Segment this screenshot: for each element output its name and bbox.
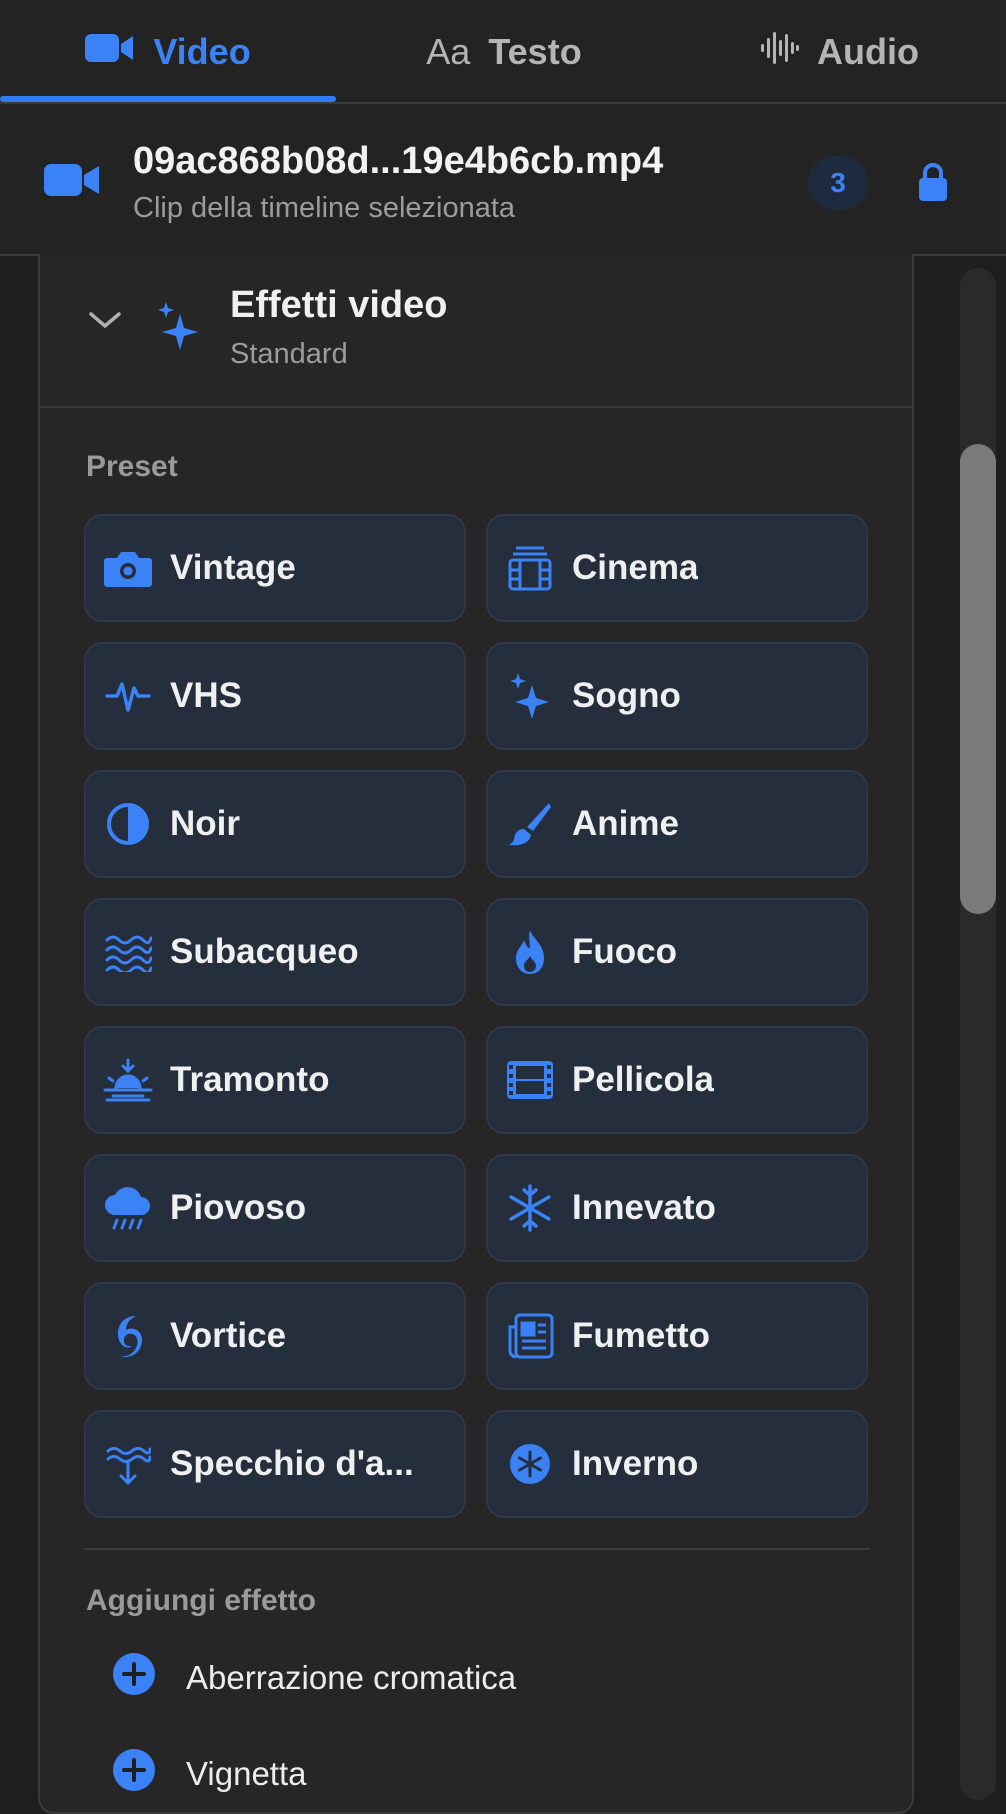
preset-subacqueo[interactable]: Subacqueo (84, 898, 466, 1006)
count-badge: 3 (808, 156, 868, 210)
film-frames-icon (504, 542, 556, 594)
preset-label: Pellicola (572, 1060, 715, 1099)
preset-label: Fumetto (572, 1316, 711, 1355)
preset-label: Vintage (170, 548, 296, 587)
snowflake-circle-icon (504, 1438, 556, 1490)
chevron-down-icon (88, 310, 122, 335)
preset-piovoso[interactable]: Piovoso (84, 1154, 466, 1262)
preset-innevato[interactable]: Innevato (486, 1154, 868, 1262)
newspaper-icon (504, 1310, 556, 1362)
add-effect-chromatic-aberration[interactable]: Aberrazione cromatica (112, 1648, 516, 1708)
preset-label: Vortice (170, 1316, 287, 1355)
active-tab-indicator (0, 96, 336, 102)
section-header-video-effects[interactable]: Effetti video Standard (40, 254, 912, 408)
preset-fumetto[interactable]: Fumetto (486, 1282, 868, 1390)
presets-heading: Preset (86, 450, 178, 483)
preset-noir[interactable]: Noir (84, 770, 466, 878)
add-effect-label: Aberrazione cromatica (186, 1659, 517, 1696)
tab-audio-label: Audio (817, 31, 919, 72)
water-reflection-icon (102, 1438, 154, 1490)
snowflake-icon (504, 1182, 556, 1234)
flame-icon (504, 926, 556, 978)
preset-anime[interactable]: Anime (486, 770, 868, 878)
add-effect-label: Vignetta (186, 1755, 307, 1792)
hurricane-icon (102, 1310, 154, 1362)
tab-video-label: Video (153, 31, 251, 72)
clip-name: 09ac868b08d...19e4b6cb.mp4 (133, 140, 664, 182)
effects-panel: Effetti video Standard Preset Vintage Ci… (38, 254, 914, 1814)
preset-label: Tramonto (170, 1060, 330, 1099)
preset-label: VHS (170, 676, 242, 715)
tab-audio[interactable]: Audio (672, 0, 1006, 104)
preset-label: Inverno (572, 1444, 699, 1483)
preset-label: Subacqueo (170, 932, 359, 971)
waveform-icon (759, 28, 799, 77)
camera-icon (102, 542, 154, 594)
plus-circle-icon (112, 1652, 156, 1704)
lock-icon[interactable] (918, 162, 948, 207)
preset-sogno[interactable]: Sogno (486, 642, 868, 750)
preset-vintage[interactable]: Vintage (84, 514, 466, 622)
sparkles-icon (504, 670, 556, 722)
section-title: Effetti video (230, 284, 448, 326)
clip-subtitle: Clip della timeline selezionata (133, 192, 516, 224)
scrollbar-thumb[interactable] (960, 444, 996, 914)
preset-label: Cinema (572, 548, 699, 587)
sunset-icon (102, 1054, 154, 1106)
add-effect-heading: Aggiungi effetto (86, 1584, 316, 1617)
preset-label: Anime (572, 804, 679, 843)
preset-pellicola[interactable]: Pellicola (486, 1026, 868, 1134)
half-circle-icon (102, 798, 154, 850)
clip-header: 09ac868b08d...19e4b6cb.mp4 Clip della ti… (0, 104, 1006, 256)
preset-label: Piovoso (170, 1188, 307, 1227)
preset-label: Specchio d'a... (170, 1444, 414, 1483)
water-waves-icon (102, 926, 154, 978)
tab-video[interactable]: Video (0, 0, 336, 104)
text-aa-icon: Aa (426, 31, 471, 72)
preset-label: Noir (170, 804, 240, 843)
preset-inverno[interactable]: Inverno (486, 1410, 868, 1518)
section-subtitle: Standard (230, 338, 348, 370)
plus-circle-icon (112, 1748, 156, 1800)
add-effect-vignette[interactable]: Vignetta (112, 1744, 307, 1804)
preset-vortice[interactable]: Vortice (84, 1282, 466, 1390)
tab-text[interactable]: Aa Testo (336, 0, 672, 104)
preset-fuoco[interactable]: Fuoco (486, 898, 868, 1006)
preset-label: Innevato (572, 1188, 716, 1227)
tab-text-label: Testo (488, 31, 582, 72)
tab-bar: Video Aa Testo Audio (0, 0, 1006, 104)
paintbrush-icon (504, 798, 556, 850)
film-strip-icon (504, 1054, 556, 1106)
divider (84, 1548, 870, 1550)
cloud-rain-icon (102, 1182, 154, 1234)
preset-vhs[interactable]: VHS (84, 642, 466, 750)
video-camera-icon (85, 31, 135, 73)
sparkles-icon (156, 300, 200, 357)
preset-tramonto[interactable]: Tramonto (84, 1026, 466, 1134)
video-camera-icon (44, 162, 100, 203)
preset-specchio-dacqua[interactable]: Specchio d'a... (84, 1410, 466, 1518)
preset-label: Sogno (572, 676, 681, 715)
preset-label: Fuoco (572, 932, 677, 971)
preset-grid: Vintage Cinema VHS Sogno Noir Anime Suba… (84, 514, 870, 1520)
waveform-pulse-icon (102, 670, 154, 722)
preset-cinema[interactable]: Cinema (486, 514, 868, 622)
